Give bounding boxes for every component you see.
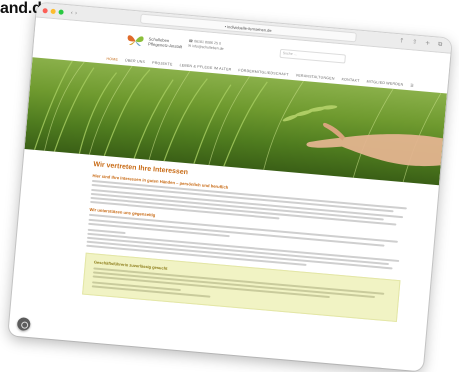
laptop-screen: ‹ › • individuelle-fernsehen.de ↑ ⇧ + ⧉ … bbox=[8, 2, 452, 372]
logo-text: Schulleben Pflegenetz-Anstalt bbox=[148, 36, 183, 49]
address-bar-text: • individuelle-fernsehen.de bbox=[224, 23, 272, 33]
logo-butterfly-icon bbox=[127, 35, 144, 46]
menu-toggle-icon[interactable]: ☰ bbox=[410, 83, 414, 87]
menu-item-join[interactable]: MITGLIED WERDEN bbox=[366, 80, 403, 87]
menu-item-projects[interactable]: PROJEKTE bbox=[152, 61, 173, 67]
menu-item-events[interactable]: VERANSTALTUNGEN bbox=[296, 73, 335, 80]
close-window-icon[interactable] bbox=[42, 7, 48, 13]
menu-item-about[interactable]: ÜBER UNS bbox=[125, 58, 145, 64]
contact-info: ☎ 06181 8086 25 0 ✉ info@schulleben.de bbox=[188, 39, 224, 53]
menu-item-contact[interactable]: KONTAKT bbox=[341, 77, 359, 83]
minimize-window-icon[interactable] bbox=[50, 8, 56, 14]
site-logo[interactable]: Schulleben Pflegenetz-Anstalt bbox=[126, 32, 183, 51]
chat-icon[interactable] bbox=[16, 317, 31, 332]
maximize-window-icon[interactable] bbox=[58, 8, 64, 15]
search-input[interactable]: Suche ... bbox=[279, 48, 346, 64]
browser-toolbar-icons[interactable]: ↑ ⇧ + ⧉ bbox=[399, 37, 446, 49]
laptop-scene: ‹ › • individuelle-fernsehen.de ↑ ⇧ + ⧉ … bbox=[0, 0, 459, 372]
menu-item-home[interactable]: HOME bbox=[106, 57, 118, 62]
back-forward-buttons[interactable]: ‹ › bbox=[70, 9, 77, 17]
